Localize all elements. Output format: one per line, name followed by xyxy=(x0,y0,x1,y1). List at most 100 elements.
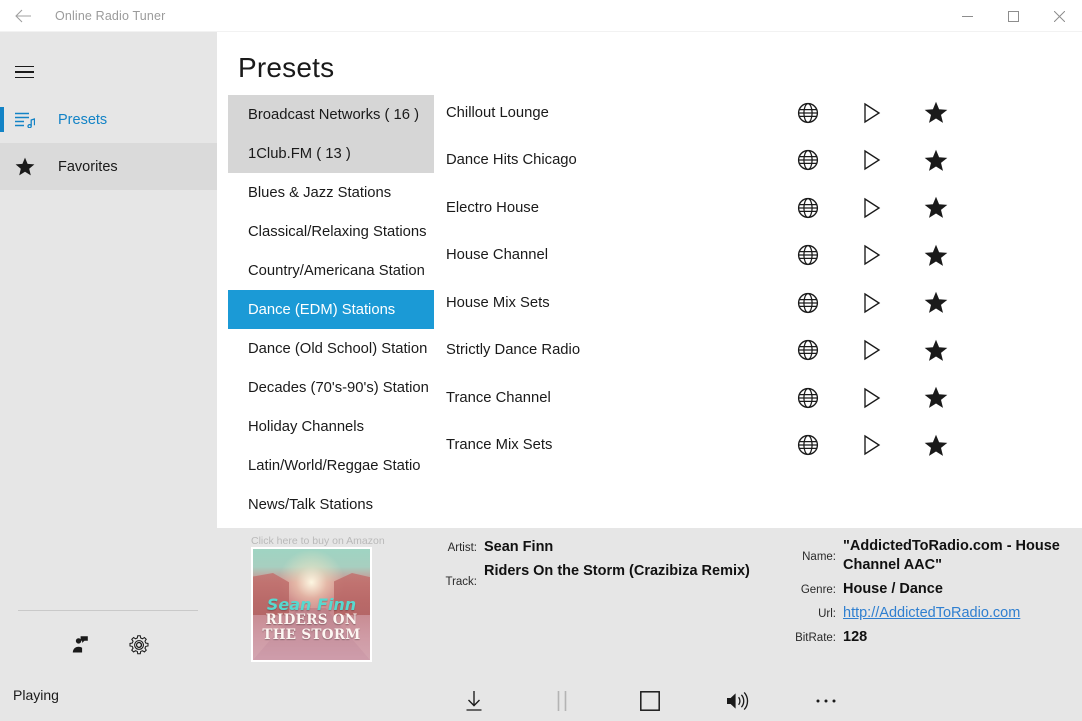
play-icon[interactable] xyxy=(840,102,904,124)
url-link[interactable]: http://AddictedToRadio.com xyxy=(843,604,1020,623)
app-window: Online Radio Tuner xyxy=(0,0,1082,721)
category-item[interactable]: Broadcast Networks ( 16 ) xyxy=(228,95,434,134)
station-actions xyxy=(776,386,968,409)
genre-row: Genre: House / Dance xyxy=(782,580,1082,599)
download-button[interactable] xyxy=(448,680,500,721)
station-row[interactable]: Electro House xyxy=(446,184,1071,232)
play-icon[interactable] xyxy=(840,197,904,219)
pause-icon xyxy=(554,690,570,712)
category-item[interactable]: 1Club.FM ( 13 ) xyxy=(228,134,434,173)
station-row[interactable]: House Mix Sets xyxy=(446,279,1071,327)
play-icon[interactable] xyxy=(840,244,904,266)
globe-icon[interactable] xyxy=(776,197,840,219)
globe-icon[interactable] xyxy=(776,149,840,171)
globe-icon[interactable] xyxy=(776,434,840,456)
play-icon[interactable] xyxy=(840,292,904,314)
window-controls xyxy=(944,0,1082,32)
close-button[interactable] xyxy=(1036,0,1082,32)
globe-icon[interactable] xyxy=(776,244,840,266)
sidebar-item-favorites[interactable]: Favorites xyxy=(0,143,217,190)
name-row: Name: "AddictedToRadio.com - House Chann… xyxy=(782,537,1082,575)
category-item[interactable]: Dance (Old School) Station xyxy=(228,329,434,368)
menu-button[interactable] xyxy=(0,48,217,96)
globe-icon[interactable] xyxy=(776,102,840,124)
station-metadata: Name: "AddictedToRadio.com - House Chann… xyxy=(782,537,1082,652)
feedback-person-icon[interactable] xyxy=(66,632,92,658)
star-icon[interactable] xyxy=(904,291,968,314)
category-list[interactable]: Broadcast Networks ( 16 ) 1Club.FM ( 13 … xyxy=(228,95,434,525)
star-icon[interactable] xyxy=(904,386,968,409)
star-icon[interactable] xyxy=(904,196,968,219)
category-item[interactable]: Classical/Relaxing Stations xyxy=(228,212,434,251)
category-label: News/Talk Stations xyxy=(248,497,373,513)
track-row: Track: Riders On the Storm (Crazibiza Re… xyxy=(435,562,765,588)
minimize-icon xyxy=(962,11,973,22)
station-actions xyxy=(776,291,968,314)
artist-value: Sean Finn xyxy=(484,538,553,557)
url-label: Url: xyxy=(782,604,836,620)
more-button[interactable] xyxy=(800,680,852,721)
station-actions xyxy=(776,339,968,362)
settings-gear-icon[interactable] xyxy=(126,632,152,658)
station-row[interactable]: Dance Hits Chicago xyxy=(446,137,1071,185)
star-icon[interactable] xyxy=(904,101,968,124)
star-icon[interactable] xyxy=(904,434,968,457)
album-art[interactable]: Sean Finn RIDERS ONTHE STORM xyxy=(251,547,372,662)
presets-list-icon xyxy=(15,112,41,128)
category-item[interactable]: News/Talk Stations xyxy=(228,485,434,524)
category-item[interactable]: Blues & Jazz Stations xyxy=(228,173,434,212)
star-icon[interactable] xyxy=(904,244,968,267)
play-icon[interactable] xyxy=(840,149,904,171)
volume-button[interactable] xyxy=(712,680,764,721)
sidebar: Presets Favorites xyxy=(0,32,217,721)
station-actions xyxy=(776,149,968,172)
station-row[interactable]: Trance Mix Sets xyxy=(446,422,1071,470)
play-icon[interactable] xyxy=(840,339,904,361)
category-item[interactable]: Decades (70's-90's) Station xyxy=(228,368,434,407)
category-label: Classical/Relaxing Stations xyxy=(248,224,426,240)
hamburger-icon xyxy=(15,62,34,83)
back-arrow-icon xyxy=(15,9,32,23)
star-icon[interactable] xyxy=(904,339,968,362)
station-actions xyxy=(776,101,968,124)
globe-icon[interactable] xyxy=(776,339,840,361)
station-row[interactable]: Strictly Dance Radio xyxy=(446,327,1071,375)
category-item-selected[interactable]: Dance (EDM) Stations xyxy=(228,290,434,329)
minimize-button[interactable] xyxy=(944,0,990,32)
pause-button[interactable] xyxy=(536,680,588,721)
sidebar-item-presets[interactable]: Presets xyxy=(0,96,217,143)
category-label: 1Club.FM ( 13 ) xyxy=(248,146,351,162)
station-row[interactable]: Chillout Lounge xyxy=(446,89,1071,137)
track-label: Track: xyxy=(435,562,477,588)
transport-bar xyxy=(217,680,1082,721)
globe-icon[interactable] xyxy=(776,292,840,314)
star-icon[interactable] xyxy=(904,149,968,172)
download-icon xyxy=(464,690,484,712)
play-icon[interactable] xyxy=(840,387,904,409)
volume-icon xyxy=(725,690,751,712)
sidebar-item-label: Favorites xyxy=(58,159,118,175)
category-item[interactable]: Country/Americana Station xyxy=(228,251,434,290)
station-row[interactable]: House Channel xyxy=(446,232,1071,280)
track-value: Riders On the Storm (Crazibiza Remix) xyxy=(484,562,750,581)
category-item[interactable]: Latin/World/Reggae Statio xyxy=(228,446,434,485)
now-playing-panel: Click here to buy on Amazon Sean Finn RI… xyxy=(217,528,1082,680)
category-label: Dance (EDM) Stations xyxy=(248,302,395,318)
back-button[interactable] xyxy=(0,0,46,32)
artist-label: Artist: xyxy=(435,538,477,554)
album-art-title: RIDERS ONTHE STORM xyxy=(253,613,370,643)
station-list: Chillout Lounge Dance Hits Chicago xyxy=(446,89,1071,469)
station-name: Trance Mix Sets xyxy=(446,437,776,453)
category-label: Country/Americana Station xyxy=(248,263,425,279)
station-name: Trance Channel xyxy=(446,390,776,406)
maximize-button[interactable] xyxy=(990,0,1036,32)
sidebar-divider xyxy=(18,610,198,611)
sidebar-bottom-actions xyxy=(0,632,217,658)
category-item[interactable]: Holiday Channels xyxy=(228,407,434,446)
album-art-hint: Click here to buy on Amazon xyxy=(251,535,441,547)
stop-button[interactable] xyxy=(624,680,676,721)
globe-icon[interactable] xyxy=(776,387,840,409)
album-art-container[interactable]: Click here to buy on Amazon Sean Finn RI… xyxy=(251,541,372,662)
play-icon[interactable] xyxy=(840,434,904,456)
station-row[interactable]: Trance Channel xyxy=(446,374,1071,422)
